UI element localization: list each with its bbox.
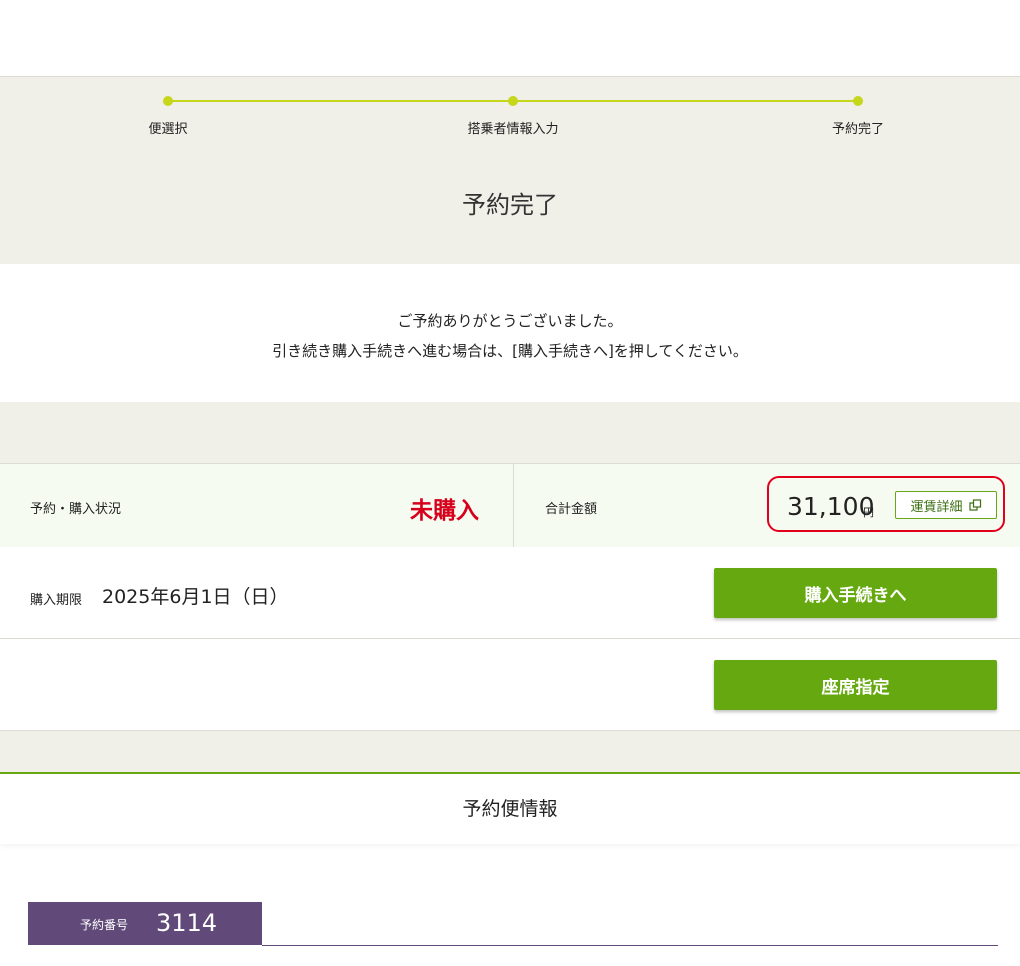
reservation-info-header: 予約便情報 bbox=[0, 772, 1020, 844]
progress-area: 便選択 搭乗者情報入力 予約完了 予約完了 bbox=[0, 77, 1020, 264]
reservation-number-label: 予約番号 bbox=[80, 918, 129, 932]
status-label: 予約・購入状況 bbox=[30, 502, 122, 517]
reservation-number-box: 予約番号 3114 bbox=[28, 902, 262, 945]
seat-select-button[interactable]: 座席指定 bbox=[714, 660, 997, 710]
step-label-flight-select: 便選択 bbox=[148, 122, 188, 137]
step-dot-2 bbox=[508, 96, 518, 106]
reservation-info-title: 予約便情報 bbox=[462, 798, 558, 820]
thanks-message: ご予約ありがとうございました。 引き続き購入手続きへ進む場合は、[購入手続きへ]… bbox=[0, 264, 1020, 402]
step-label-complete: 予約完了 bbox=[831, 122, 885, 137]
step-dot-1 bbox=[163, 96, 173, 106]
divider bbox=[513, 464, 514, 547]
purchase-button[interactable]: 購入手続きへ bbox=[714, 568, 997, 618]
top-blank-area bbox=[0, 0, 1020, 77]
highlight-annotation bbox=[767, 476, 1005, 532]
thanks-line-1: ご予約ありがとうございました。 bbox=[397, 312, 623, 330]
page-title: 予約完了 bbox=[462, 191, 558, 219]
total-label: 合計金額 bbox=[545, 502, 598, 517]
step-label-passenger-info: 搭乗者情報入力 bbox=[467, 122, 559, 137]
spacer-band bbox=[0, 402, 1020, 463]
deadline-value: 2025年6月1日（日） bbox=[102, 586, 289, 608]
step-dot-3 bbox=[853, 96, 863, 106]
deadline-row: 購入期限 2025年6月1日（日） 購入手続きへ bbox=[0, 547, 1020, 639]
reservation-underline bbox=[262, 945, 998, 946]
thanks-line-2: 引き続き購入手続きへ進む場合は、[購入手続きへ]を押してください。 bbox=[272, 342, 748, 360]
spacer-band-2 bbox=[0, 731, 1020, 772]
seat-row: 座席指定 bbox=[0, 639, 1020, 731]
deadline-label: 購入期限 bbox=[30, 593, 83, 608]
reservation-number-value: 3114 bbox=[156, 909, 218, 937]
status-badge: 未購入 bbox=[410, 498, 479, 524]
